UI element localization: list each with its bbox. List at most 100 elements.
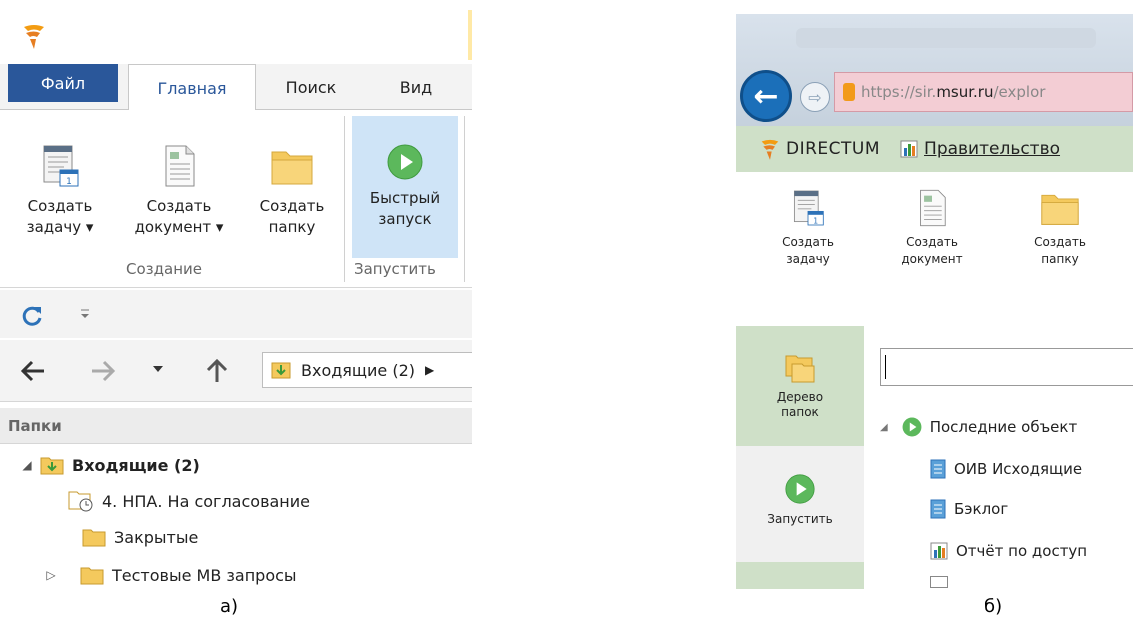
document-icon bbox=[165, 145, 195, 187]
blurred-tab bbox=[796, 28, 1096, 48]
brand-name: DIRECTUM bbox=[786, 139, 881, 159]
gov-link[interactable]: Правительство bbox=[924, 139, 1060, 159]
address-bar[interactable]: Входящие (2) ▶ bbox=[262, 352, 472, 388]
folder-tree-icon bbox=[785, 355, 815, 383]
tree-item-label: ОИВ Исходящие bbox=[954, 460, 1083, 478]
play-icon bbox=[902, 417, 922, 437]
site-icon bbox=[843, 83, 855, 101]
quick-launch-label-2: запуск bbox=[378, 210, 432, 228]
report-chart-icon bbox=[930, 576, 948, 588]
create-task-label-1: Создать bbox=[782, 235, 834, 249]
tree-item-test-mv[interactable]: ▷ Тестовые МВ запросы bbox=[0, 558, 472, 592]
text-cursor bbox=[885, 355, 886, 379]
tree-item-access-report[interactable]: Отчёт по доступ bbox=[930, 536, 1087, 566]
tab-file[interactable]: Файл bbox=[8, 64, 118, 102]
customize-dropdown-icon[interactable] bbox=[80, 308, 90, 320]
caption-left: а) bbox=[220, 596, 239, 617]
side-panel: Дерево папок Запустить bbox=[736, 326, 864, 589]
collapse-icon[interactable]: ◢ bbox=[20, 458, 34, 472]
create-document-label-1: Создать bbox=[146, 197, 212, 215]
browser-back-button[interactable]: ← bbox=[740, 70, 792, 122]
create-folder-label-1: Создать bbox=[259, 197, 325, 215]
expand-icon[interactable]: ▷ bbox=[44, 568, 58, 582]
create-document-button[interactable]: Создать документ bbox=[890, 188, 974, 268]
forward-arrow-icon[interactable] bbox=[88, 356, 118, 386]
url-prefix: https://sir. bbox=[861, 83, 937, 101]
address-text: Входящие (2) bbox=[301, 360, 415, 380]
folder-icon bbox=[271, 151, 313, 185]
history-dropdown-icon[interactable] bbox=[152, 364, 164, 374]
right-screenshot: ← ⇨ https://sir. msur.ru/explor DIRECTUM … bbox=[736, 14, 1133, 589]
run-label: Запустить bbox=[767, 512, 833, 526]
web-ribbon: 1 Создать задачу Создать документ Создат… bbox=[736, 172, 1133, 322]
tree-item-npa[interactable]: 4. НПА. На согласование bbox=[0, 484, 472, 518]
create-folder-button[interactable]: Создать папку bbox=[1018, 188, 1102, 268]
create-folder-label-2: папку bbox=[1041, 252, 1079, 266]
tree-item-label: Закрытые bbox=[114, 527, 199, 547]
tree-item-label: Бэклог bbox=[954, 500, 1009, 518]
create-task-button[interactable]: 1 Создать задачу bbox=[766, 188, 850, 268]
back-arrow-icon: ← bbox=[753, 78, 779, 114]
task-calendar-icon: 1 bbox=[793, 190, 824, 226]
forward-arrow-icon: ⇨ bbox=[808, 87, 822, 107]
refresh-icon[interactable] bbox=[20, 304, 44, 328]
calendar-day: 1 bbox=[66, 177, 72, 187]
create-folder-label-1: Создать bbox=[1034, 235, 1086, 249]
url-bar[interactable]: https://sir. msur.ru/explor bbox=[834, 72, 1133, 112]
folder-icon bbox=[82, 529, 106, 547]
collapse-icon[interactable]: ◢ bbox=[880, 422, 888, 433]
tree-item-label: 4. НПА. На согласование bbox=[102, 491, 310, 511]
folder-tree-label-2: папок bbox=[781, 405, 819, 419]
tree-item-recent[interactable]: ◢ Последние объект bbox=[880, 412, 1077, 442]
quick-launch-button[interactable]: Быстрый запуск bbox=[352, 116, 458, 258]
folder-tree-label-1: Дерево bbox=[776, 390, 824, 404]
create-document-label-2: документ bbox=[901, 252, 963, 266]
group-separator bbox=[464, 116, 465, 282]
folder-icon bbox=[80, 567, 104, 585]
brand-bar: DIRECTUM Правительство bbox=[736, 126, 1133, 172]
tree-item-label: Последние объект bbox=[929, 418, 1078, 436]
tree-item-oiv[interactable]: ОИВ Исходящие bbox=[930, 454, 1082, 484]
scheduled-folder-icon bbox=[68, 491, 93, 512]
folder-tree-button[interactable]: Дерево папок bbox=[736, 326, 864, 446]
address-chevron-icon[interactable]: ▶ bbox=[425, 363, 434, 377]
tree-item-partial bbox=[930, 576, 1133, 589]
record-book-icon bbox=[930, 459, 946, 479]
url-suffix: /explor bbox=[993, 83, 1046, 101]
back-arrow-icon[interactable] bbox=[18, 356, 48, 386]
create-task-label-1: Создать bbox=[27, 197, 93, 215]
tab-search[interactable]: Поиск bbox=[266, 64, 356, 110]
document-icon bbox=[920, 189, 946, 227]
tree-item-backlog[interactable]: Бэклог bbox=[930, 494, 1008, 524]
ribbon-tabbar: Файл Главная Поиск Вид bbox=[0, 64, 472, 112]
create-folder-button[interactable]: Создать папку bbox=[244, 144, 340, 238]
tab-view[interactable]: Вид bbox=[376, 64, 456, 110]
create-document-button[interactable]: Создать документ ▾ bbox=[116, 144, 242, 238]
up-arrow-icon[interactable] bbox=[202, 356, 232, 386]
tab-main[interactable]: Главная bbox=[128, 64, 256, 112]
report-chart-icon bbox=[900, 140, 918, 158]
create-document-label-2: документ ▾ bbox=[134, 218, 224, 236]
folder-icon bbox=[1041, 194, 1079, 225]
side-next-button[interactable] bbox=[736, 562, 864, 589]
create-task-label-2: задачу bbox=[786, 252, 830, 266]
browser-forward-button[interactable]: ⇨ bbox=[800, 82, 830, 112]
app-logo-icon bbox=[24, 25, 44, 49]
create-task-button[interactable]: 1 Создать задачу ▾ bbox=[6, 144, 114, 238]
tree-item-closed[interactable]: Закрытые bbox=[0, 520, 472, 554]
group-label-run: Запустить bbox=[354, 260, 436, 278]
group-separator bbox=[344, 116, 345, 282]
navigation-bar: Входящие (2) ▶ bbox=[0, 340, 472, 402]
run-button[interactable]: Запустить bbox=[736, 474, 864, 526]
create-document-label-1: Создать bbox=[906, 235, 958, 249]
quick-launch-label-1: Быстрый bbox=[369, 189, 441, 207]
url-domain: msur.ru bbox=[936, 83, 994, 101]
ribbon: 1 Создать задачу ▾ Создать документ ▾ Со… bbox=[0, 110, 472, 288]
search-input[interactable] bbox=[880, 348, 1133, 386]
tree-item-label: Входящие (2) bbox=[72, 455, 200, 475]
tree-item-label: Отчёт по доступ bbox=[956, 542, 1088, 560]
play-icon bbox=[387, 144, 423, 180]
task-calendar-icon: 1 bbox=[43, 145, 79, 187]
inbox-folder-icon bbox=[271, 362, 291, 379]
tree-item-inbox[interactable]: ◢ Входящие (2) bbox=[0, 448, 472, 482]
